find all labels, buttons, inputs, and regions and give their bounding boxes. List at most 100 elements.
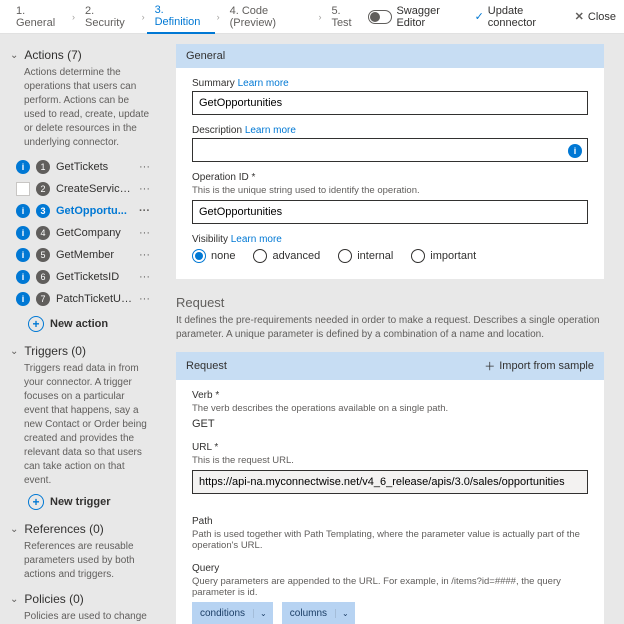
radio-icon [411,249,425,263]
url-label: URL * [192,442,588,453]
visibility-internal[interactable]: internal [338,249,393,263]
operation-id-input[interactable] [192,200,588,224]
references-desc: References are reusable parameters used … [24,540,150,582]
info-icon: i [16,270,30,284]
plus-icon: + [28,316,44,332]
sidebar-actions-header[interactable]: ⌄ Actions (7) [10,48,150,62]
action-label: GetOpportu... [56,205,133,217]
number-badge: 7 [36,292,50,306]
chevron-right-icon: › [70,12,77,22]
more-icon[interactable]: ··· [139,293,150,305]
general-header-label: General [186,50,225,62]
action-item-getmember[interactable]: i 5 GetMember ··· [16,244,150,266]
main-panel: General Summary Learn more Description L… [162,34,624,624]
empty-badge [16,182,30,196]
action-item-getcompany[interactable]: i 4 GetCompany ··· [16,222,150,244]
request-card: Request ＋ Import from sample Verb * The … [176,352,604,624]
tab-code[interactable]: 4. Code (Preview) [222,0,317,34]
close-label: Close [588,11,616,23]
action-item-getopportunities[interactable]: i 3 GetOpportu... ··· [16,200,150,222]
info-icon: i [16,160,30,174]
sidebar: ⌄ Actions (7) Actions determine the oper… [0,34,162,624]
info-icon: i [16,226,30,240]
url-input[interactable] [192,470,588,494]
summary-input[interactable] [192,91,588,115]
info-icon: i [16,292,30,306]
action-label: CreateService... [56,183,133,195]
request-desc: It defines the pre-requirements needed i… [176,314,604,342]
more-icon[interactable]: ··· [139,205,150,217]
description-input[interactable] [192,138,588,162]
chevron-down-icon: ⌄ [10,50,18,61]
visibility-none[interactable]: none [192,249,235,263]
close-button[interactable]: ✕ Close [575,10,616,23]
more-icon[interactable]: ··· [139,227,150,239]
triggers-title: Triggers (0) [24,344,86,358]
request-header-label: Request [186,360,227,372]
action-item-gettickets[interactable]: i 1 GetTickets ··· [16,156,150,178]
triggers-desc: Triggers read data in from your connecto… [24,362,150,488]
radio-icon [338,249,352,263]
new-trigger-button[interactable]: + New trigger [28,494,150,510]
radio-icon [192,249,206,263]
visibility-label: Visibility Learn more [192,234,588,245]
chevron-down-icon: ⌄ [10,594,18,605]
chevron-down-icon: ⌄ [335,609,355,618]
more-icon[interactable]: ··· [139,249,150,261]
query-pills: conditions⌄ columns⌄ [192,602,588,624]
plus-icon: + [28,494,44,510]
sidebar-policies-header[interactable]: ⌄ Policies (0) [10,592,150,606]
import-from-sample-button[interactable]: ＋ Import from sample [484,358,594,374]
query-help: Query parameters are appended to the URL… [192,576,588,598]
action-item-createservice[interactable]: 2 CreateService... ··· [16,178,150,200]
update-label: Update connector [488,5,561,29]
visibility-advanced[interactable]: advanced [253,249,320,263]
new-action-label: New action [50,318,108,330]
summary-learn-more[interactable]: Learn more [238,78,289,89]
plus-icon: ＋ [484,358,495,374]
tab-security[interactable]: 2. Security [77,0,140,34]
number-badge: 6 [36,270,50,284]
action-label: GetMember [56,249,133,261]
chevron-right-icon: › [140,12,147,22]
general-card: General Summary Learn more Description L… [176,44,604,279]
tab-general[interactable]: 1. General [8,0,70,34]
query-label: Query [192,563,588,574]
wizard-tabs: 1. General › 2. Security › 3. Definition… [0,0,624,34]
general-card-header: General [176,44,604,68]
more-icon[interactable]: ··· [139,161,150,173]
visibility-learn-more[interactable]: Learn more [231,234,282,245]
chevron-down-icon: ⌄ [253,609,273,618]
more-icon[interactable]: ··· [139,183,150,195]
swagger-editor-toggle[interactable]: Swagger Editor [368,5,460,29]
action-item-getticketsid[interactable]: i 6 GetTicketsID ··· [16,266,150,288]
path-help: Path is used together with Path Templati… [192,529,588,551]
update-connector-button[interactable]: ✓ Update connector [475,5,561,29]
sidebar-triggers-header[interactable]: ⌄ Triggers (0) [10,344,150,358]
tab-definition[interactable]: 3. Definition [147,0,215,34]
more-icon[interactable]: ··· [139,271,150,283]
request-card-header: Request ＋ Import from sample [176,352,604,380]
description-learn-more[interactable]: Learn more [245,125,296,136]
operation-id-label: Operation ID * [192,172,588,183]
new-trigger-label: New trigger [50,496,111,508]
import-label: Import from sample [499,360,594,372]
description-label: Description Learn more [192,125,588,136]
new-action-button[interactable]: + New action [28,316,150,332]
references-title: References (0) [24,522,103,536]
info-icon[interactable]: i [568,144,582,158]
summary-label: Summary Learn more [192,78,588,89]
visibility-important[interactable]: important [411,249,476,263]
visibility-radio-group: none advanced internal important [192,249,588,263]
action-item-patchticket[interactable]: i 7 PatchTicketUp... ··· [16,288,150,310]
query-pill-conditions[interactable]: conditions⌄ [192,602,273,624]
policies-desc: Policies are used to change the behavior… [24,610,150,624]
policies-title: Policies (0) [24,592,83,606]
number-badge: 3 [36,204,50,218]
sidebar-references-header[interactable]: ⌄ References (0) [10,522,150,536]
actions-desc: Actions determine the operations that us… [24,66,150,150]
tab-test[interactable]: 5. Test [323,0,368,34]
query-pill-columns[interactable]: columns⌄ [282,602,355,624]
info-icon: i [16,248,30,262]
number-badge: 2 [36,182,50,196]
